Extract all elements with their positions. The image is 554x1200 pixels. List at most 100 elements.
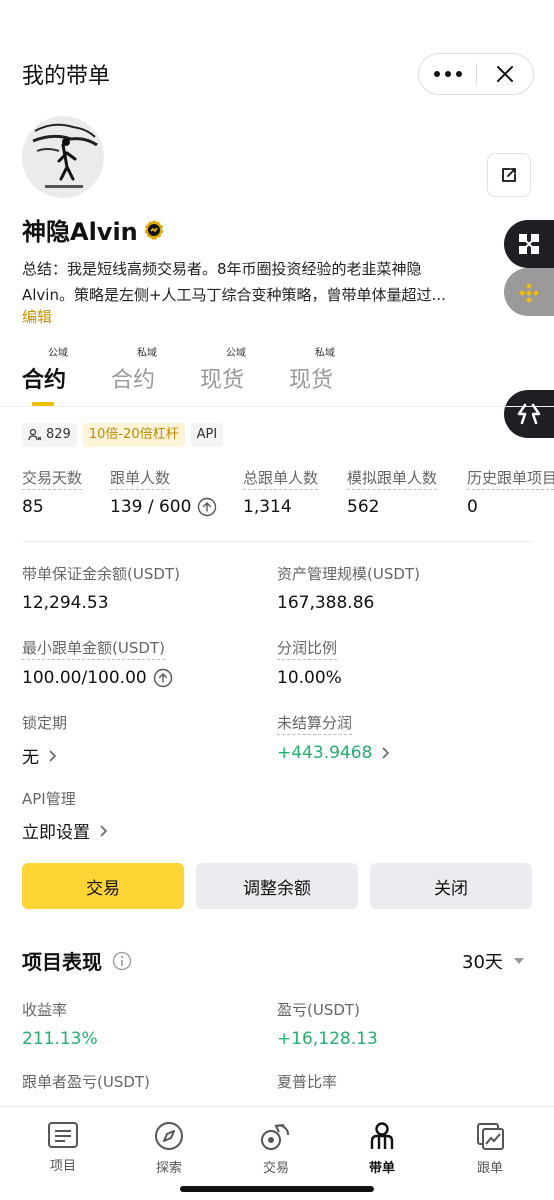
arrow-up-circle-icon[interactable] <box>153 668 173 688</box>
nav-label: 交易 <box>262 1161 289 1176</box>
sharpe-ratio-label: 夏普比率 <box>277 1073 338 1091</box>
info-icon[interactable] <box>112 951 132 971</box>
api-setup-link[interactable]: 立即设置 <box>22 818 110 843</box>
binance-logo-icon <box>519 283 539 303</box>
performance-title: 项目表现 <box>22 950 102 974</box>
page-title: 我的带单 <box>22 64 111 89</box>
mock-copiers-value: 562 <box>347 497 380 517</box>
tab-label: 现货 <box>289 368 334 393</box>
floating-widget-binance[interactable] <box>504 268 554 316</box>
api-management-label: API管理 <box>22 790 76 808</box>
mock-copiers-label: 模拟跟单人数 <box>347 467 438 490</box>
summary-line-2: Alvin。策略是左侧+人工马丁综合变种策略，曾带单体量超过... <box>22 286 446 304</box>
more-icon[interactable] <box>419 54 476 94</box>
nav-item-lead-trading[interactable]: 带单 <box>342 1121 422 1176</box>
chevron-right-icon <box>382 747 390 759</box>
nav-item-projects[interactable]: 项目 <box>23 1121 103 1174</box>
tab-label: 合约 <box>22 368 67 393</box>
min-copy-label: 最小跟单金额(USDT) <box>22 637 165 660</box>
stats-divider <box>22 541 532 542</box>
lock-period-row[interactable]: 无 <box>22 743 59 768</box>
compass-icon <box>155 1122 183 1150</box>
api-tag: API <box>190 423 224 447</box>
close-icon[interactable] <box>477 54 533 94</box>
unsettled-profit-row[interactable]: +443.9468 <box>277 743 392 763</box>
copiers-value: 139 / 600 <box>110 497 192 517</box>
caret-down-icon <box>513 958 524 964</box>
nav-label: 跟单 <box>476 1161 503 1176</box>
margin-balance-label: 带单保证金余额(USDT) <box>22 565 180 583</box>
tab-contract-public[interactable]: 公域 合约 <box>22 344 92 406</box>
trade-button[interactable]: 交易 <box>22 863 184 909</box>
trading-days-label: 交易天数 <box>22 467 83 490</box>
aum-label: 资产管理规模(USDT) <box>277 565 420 583</box>
chevron-right-icon <box>49 749 57 762</box>
list-icon <box>48 1122 78 1148</box>
profit-share-value: 10.00% <box>277 668 342 688</box>
mini-program-capsule <box>418 53 534 95</box>
trader-badge-icon <box>144 219 164 240</box>
followers-count: 829 <box>46 427 71 442</box>
adjust-balance-button[interactable]: 调整余额 <box>196 863 358 909</box>
trader-name: 神隐Alvin <box>22 218 138 246</box>
min-copy-value-row: 100.00/100.00 <box>22 668 173 688</box>
lead-trader-icon <box>370 1122 394 1149</box>
share-button[interactable] <box>487 153 531 197</box>
follower-pnl-label: 跟单者盈亏(USDT) <box>22 1073 150 1091</box>
profit-share-label: 分润比例 <box>277 637 338 660</box>
trader-tags: 829 10倍-20倍杠杆 API <box>22 423 224 447</box>
copiers-value-row: 139 / 600 <box>110 497 217 517</box>
summary-line-1: 总结：我是短线高频交易者。8年币圈投资经验的老韭菜神隐 <box>22 260 422 278</box>
min-copy-value: 100.00/100.00 <box>22 668 147 688</box>
tab-badge: 私域 <box>315 348 335 359</box>
header: 我的带单 <box>0 0 554 140</box>
nav-item-trade[interactable]: 交易 <box>236 1121 316 1176</box>
tab-contract-private[interactable]: 私域 合约 <box>111 344 181 406</box>
tab-label: 现货 <box>200 368 245 393</box>
nav-label: 带单 <box>368 1161 395 1176</box>
trader-summary: 总结：我是短线高频交易者。8年币圈投资经验的老韭菜神隐 Alvin。策略是左侧+… <box>22 256 492 308</box>
nav-label: 探索 <box>155 1161 182 1176</box>
followers-tag: 829 <box>22 423 77 447</box>
tab-badge: 公域 <box>226 348 246 359</box>
nav-item-copy-trading[interactable]: 跟单 <box>450 1121 530 1176</box>
pnl-label: 盈亏(USDT) <box>277 1001 360 1019</box>
nav-item-explore[interactable]: 探索 <box>129 1121 209 1176</box>
leverage-tag: 10倍-20倍杠杆 <box>82 423 185 447</box>
lock-period-label: 锁定期 <box>22 714 68 732</box>
arrow-up-circle-icon[interactable] <box>197 497 217 517</box>
total-copiers-label: 总跟单人数 <box>243 467 319 490</box>
users-icon <box>28 428 42 441</box>
trade-icon <box>261 1124 289 1150</box>
expand-icon <box>519 234 539 254</box>
tab-badge: 私域 <box>137 348 157 359</box>
edit-link[interactable]: 编辑 <box>22 306 52 327</box>
lock-period-value: 无 <box>22 748 39 768</box>
margin-balance-value: 12,294.53 <box>22 593 109 613</box>
roi-value: 211.13% <box>22 1029 98 1049</box>
market-tabs: 公域 合约 私域 合约 公域 现货 私域 现货 <box>22 344 532 406</box>
tab-spot-private[interactable]: 私域 现货 <box>289 344 359 406</box>
tab-spot-public[interactable]: 公域 现货 <box>200 344 270 406</box>
avatar[interactable] <box>22 116 104 198</box>
period-select[interactable]: 30天 <box>462 948 525 974</box>
close-project-button[interactable]: 关闭 <box>370 863 532 909</box>
home-indicator <box>180 1186 374 1192</box>
unsettled-profit-label: 未结算分润 <box>277 712 353 735</box>
total-copiers-value: 1,314 <box>243 497 292 517</box>
history-projects-label: 历史跟单项目 <box>467 467 554 490</box>
trader-name-row: 神隐Alvin <box>22 212 166 247</box>
copiers-label: 跟单人数 <box>110 467 171 490</box>
floating-widget-dark[interactable] <box>504 220 554 268</box>
unsettled-profit-value: +443.9468 <box>277 743 373 763</box>
tabs-divider <box>0 406 554 407</box>
trading-days-value: 85 <box>22 497 44 517</box>
api-setup-label: 立即设置 <box>22 823 90 843</box>
chevron-right-icon <box>100 824 108 837</box>
share-icon <box>502 168 516 182</box>
tab-label: 合约 <box>111 368 156 393</box>
aum-value: 167,388.86 <box>277 593 375 613</box>
performance-title-row: 项目表现 <box>22 946 132 975</box>
pnl-value: +16,128.13 <box>277 1029 378 1049</box>
roi-label: 收益率 <box>22 1001 68 1019</box>
